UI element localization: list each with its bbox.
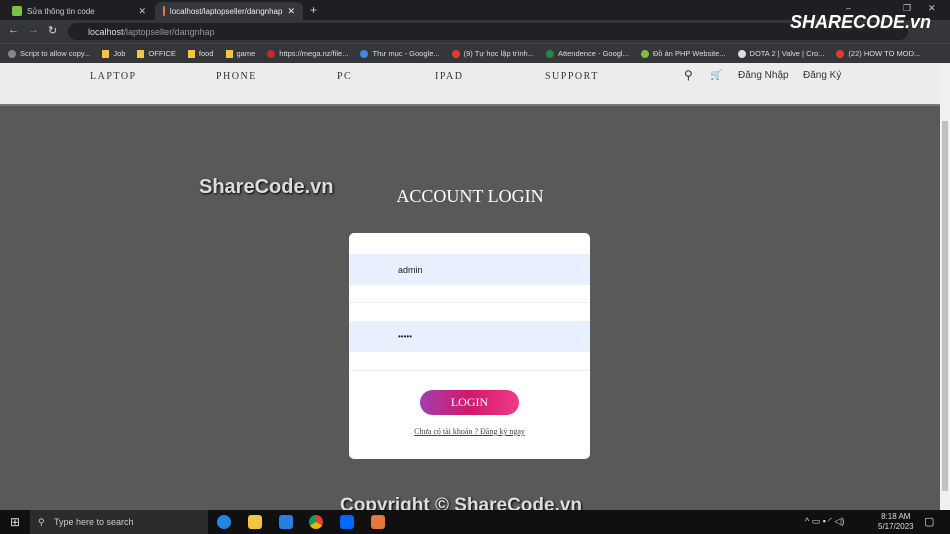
bookmark[interactable]: (22) HOW TO MOD... (836, 49, 920, 58)
username-input[interactable] (349, 254, 590, 285)
system-tray-icons[interactable]: ^ ▭ ▪ ◜ ◁) (805, 516, 844, 527)
notifications-icon[interactable]: ▢ (924, 515, 934, 528)
forward-icon[interactable]: → (28, 24, 39, 36)
page-title: ACCOUNT LOGIN (396, 186, 544, 206)
nav-pc[interactable]: PC (337, 71, 352, 82)
search-placeholder: Type here to search (54, 517, 134, 527)
scrollbar[interactable] (940, 63, 950, 510)
clock[interactable]: 8:18 AM 5/17/2023 (878, 512, 914, 532)
divider (349, 302, 590, 303)
close-tab-icon[interactable]: ✕ (138, 6, 146, 17)
url-input[interactable]: localhost/laptopseller/dangnhap (68, 23, 908, 40)
reload-icon[interactable]: ↻ (48, 24, 57, 37)
bookmark[interactable]: DOTA 2 | Valve | Cro... (737, 49, 824, 58)
sharecode-favicon-icon (12, 6, 22, 16)
chrome-icon[interactable] (309, 515, 323, 529)
login-button[interactable]: LOGIN (420, 390, 519, 415)
folder-icon (137, 49, 145, 58)
edge-icon[interactable] (217, 515, 231, 529)
taskbar: ⊞ ⚲ Type here to search ^ ▭ ▪ ◜ ◁) 8:18 A… (0, 510, 950, 534)
url-path: /laptopseller/dangnhap (123, 26, 215, 37)
file-explorer-icon[interactable] (248, 515, 262, 529)
login-card: LOGIN Chưa có tài khoản ? Đăng ký ngay (349, 233, 590, 459)
scrollbar-thumb[interactable] (942, 121, 948, 491)
close-tab-icon[interactable]: ✕ (287, 6, 295, 17)
xampp-icon[interactable] (371, 515, 385, 529)
taskbar-search[interactable]: ⚲ Type here to search (30, 510, 208, 534)
tab-label: localhost/laptopseller/dangnhap (169, 6, 283, 16)
divider (349, 370, 590, 371)
xampp-favicon-icon (163, 6, 165, 16)
mail-icon[interactable] (279, 515, 293, 529)
bookmarks-bar: Script to allow copy... Job OFFICE food … (0, 43, 950, 63)
zalo-icon[interactable] (340, 515, 354, 529)
bookmark[interactable]: OFFICE (137, 49, 176, 58)
nav-laptop[interactable]: LAPTOP (90, 71, 137, 82)
bookmark[interactable]: Job (102, 49, 125, 58)
site-nav: LAPTOP PHONE PC IPAD SUPPORT ⚲ 🛒 Đăng Nh… (0, 63, 940, 106)
bookmark[interactable]: food (187, 49, 214, 58)
bookmark[interactable]: Attendence - Googl... (545, 49, 629, 58)
bookmark[interactable]: (9) Tự học lập trình... (451, 49, 534, 58)
tab-sua-thong-tin[interactable]: Sửa thông tin code ✕ (4, 2, 154, 20)
folder-icon (225, 49, 233, 58)
bookmark[interactable]: Đồ án PHP Website... (640, 49, 726, 58)
password-input[interactable] (349, 321, 590, 352)
folder-icon (187, 49, 195, 58)
sharecode-logo: SHARECODE.vn (790, 12, 932, 32)
nav-support[interactable]: SUPPORT (545, 71, 599, 82)
nav-ipad[interactable]: IPAD (435, 71, 463, 82)
url-host: localhost (88, 26, 124, 37)
back-icon[interactable]: ← (8, 24, 19, 36)
tab-label: Sửa thông tin code (27, 6, 95, 16)
nav-phone[interactable]: PHONE (216, 71, 257, 82)
cart-icon[interactable]: 🛒 (710, 70, 722, 81)
new-tab-icon[interactable]: + (310, 3, 317, 17)
register-link[interactable]: Chưa có tài khoản ? Đăng ký ngay (349, 427, 590, 436)
search-icon: ⚲ (38, 516, 45, 527)
search-icon[interactable]: ⚲ (684, 68, 693, 82)
bookmark[interactable]: https://mega.nz/file... (267, 49, 348, 58)
bookmark[interactable]: game (225, 49, 255, 58)
windows-start-icon[interactable]: ⊞ (10, 515, 20, 529)
nav-register[interactable]: Đăng Ký (803, 70, 841, 81)
bookmark[interactable]: Script to allow copy... (8, 49, 90, 58)
bookmark[interactable]: Thư mục - Google... (360, 49, 440, 58)
folder-icon (102, 49, 110, 58)
nav-login[interactable]: Đăng Nhập (738, 70, 789, 81)
tab-dangnhap[interactable]: localhost/laptopseller/dangnhap ✕ (155, 2, 303, 20)
